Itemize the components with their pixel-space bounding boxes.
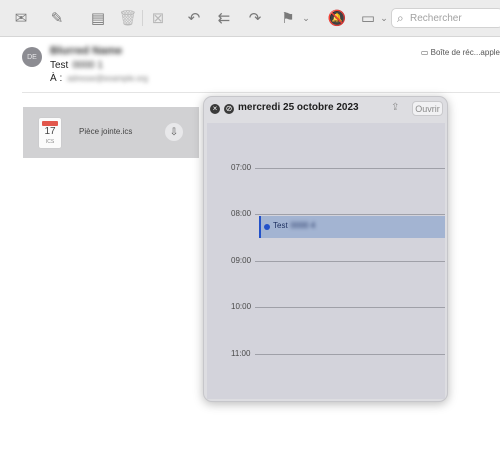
recipient-address[interactable]: adresse@example.org bbox=[67, 74, 148, 83]
sender-name[interactable]: Blurred Name bbox=[50, 45, 122, 57]
calendar-popover: × ⊘ mercredi 25 octobre 2023 ⇪ Ouvrir 07… bbox=[203, 96, 448, 402]
hour-label: 08:00 bbox=[231, 209, 252, 218]
toolbar: ✉ ✎ ▤ 🗑 ⊠ ↶ ⇇ ↷ ⚑ ⌄ 🔕 ▭ ⌄ ⌕ Rechercher bbox=[0, 0, 500, 37]
calendar-event[interactable]: Test 0000 4 bbox=[259, 216, 445, 238]
archive-icon[interactable]: ▤ bbox=[88, 8, 108, 28]
event-title: Test 0000 4 bbox=[273, 221, 316, 230]
mailbox-label[interactable]: ▭ Boîte de réc...apple bbox=[421, 48, 500, 57]
avatar: DE bbox=[22, 47, 42, 67]
header-divider bbox=[22, 92, 500, 93]
file-extension: ICS bbox=[45, 139, 55, 145]
event-title-blurred: 0000 4 bbox=[290, 221, 316, 230]
subject: Test 0000 1 bbox=[50, 60, 103, 71]
forward-icon[interactable]: ↷ bbox=[245, 8, 265, 28]
save-attachment-icon[interactable]: ⇩ bbox=[165, 123, 183, 141]
search-input[interactable]: ⌕ Rechercher bbox=[391, 8, 500, 28]
reply-icon[interactable]: ↶ bbox=[184, 8, 204, 28]
hour-row: 09:00 bbox=[207, 256, 445, 266]
popover-date-title: mercredi 25 octobre 2023 bbox=[238, 102, 359, 113]
junk-icon[interactable]: ⊠ bbox=[148, 8, 168, 28]
mailbox-name: Boîte de réc...apple bbox=[430, 48, 500, 57]
calendar-day: 17 bbox=[44, 126, 56, 137]
flag-icon[interactable]: ⚑ bbox=[278, 8, 298, 28]
subject-blurred: 0000 1 bbox=[72, 60, 103, 71]
mail-icon[interactable]: ✉ bbox=[11, 8, 31, 28]
decline-icon[interactable]: ⊘ bbox=[224, 104, 234, 114]
reply-all-icon[interactable]: ⇇ bbox=[214, 8, 234, 28]
close-icon[interactable]: × bbox=[210, 104, 220, 114]
share-icon[interactable]: ⇪ bbox=[391, 102, 399, 113]
hour-row: 07:00 bbox=[207, 163, 445, 173]
open-button[interactable]: Ouvrir bbox=[412, 101, 443, 116]
mute-icon[interactable]: 🔕 bbox=[327, 8, 347, 28]
event-dot-icon bbox=[264, 224, 270, 230]
search-placeholder: Rechercher bbox=[410, 13, 462, 24]
toolbar-divider bbox=[142, 10, 143, 26]
compose-icon[interactable]: ✎ bbox=[47, 8, 67, 28]
folder-icon: ▭ bbox=[420, 48, 429, 57]
search-icon: ⌕ bbox=[397, 11, 404, 25]
attachment[interactable]: 17 ICS Pièce jointe.ics ⇩ bbox=[23, 107, 199, 158]
to-label: À : bbox=[50, 73, 63, 84]
hour-label: 07:00 bbox=[231, 163, 252, 172]
trash-icon[interactable]: 🗑 bbox=[118, 8, 138, 28]
calendar-file-icon: 17 ICS bbox=[39, 118, 61, 148]
hour-row: 10:00 bbox=[207, 302, 445, 312]
attachment-name: Pièce jointe.ics bbox=[79, 127, 133, 136]
hour-label: 11:00 bbox=[231, 349, 251, 358]
subject-text: Test bbox=[50, 60, 69, 71]
chevron-down-icon[interactable]: ⌄ bbox=[296, 8, 316, 28]
recipient-row: À : adresse@example.org bbox=[50, 73, 148, 84]
day-timeline: 07:00 08:00 09:00 10:00 11:00 Test 0000 4 bbox=[207, 123, 445, 399]
hour-row: 11:00 bbox=[207, 349, 445, 359]
hour-label: 10:00 bbox=[231, 302, 252, 311]
hour-label: 09:00 bbox=[231, 256, 252, 265]
